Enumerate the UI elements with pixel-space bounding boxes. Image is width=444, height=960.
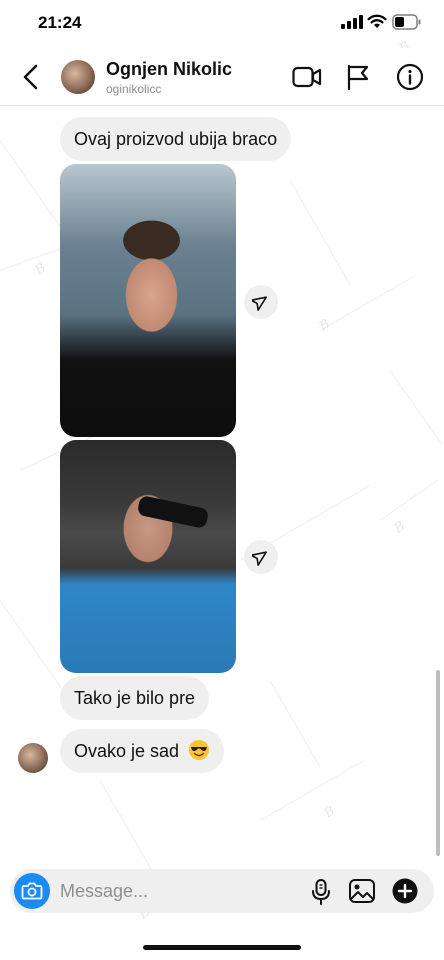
wifi-icon bbox=[367, 14, 387, 28]
avatar[interactable] bbox=[61, 60, 95, 94]
send-arrow-glyph bbox=[252, 296, 267, 311]
message-bubble[interactable]: Tako je bilo pre bbox=[60, 676, 210, 720]
scrollbar[interactable] bbox=[436, 670, 440, 856]
message-bubble[interactable]: Ovaj proizvod ubija braco bbox=[60, 117, 292, 161]
photo-message[interactable] bbox=[60, 164, 236, 437]
send-arrow-glyph bbox=[252, 551, 267, 566]
message-bubble[interactable]: Ovako je sad bbox=[60, 729, 225, 773]
info-icon[interactable] bbox=[396, 63, 424, 91]
smiling-face-with-sunglasses-icon bbox=[189, 740, 210, 760]
chat-header: Ognjen Nikolic oginikolicc bbox=[0, 48, 444, 106]
video-camera-icon[interactable] bbox=[292, 64, 322, 90]
message-text: Tako je bilo pre bbox=[74, 688, 196, 708]
camera-icon[interactable] bbox=[14, 873, 50, 909]
flag-icon[interactable] bbox=[346, 63, 370, 91]
photo-message[interactable] bbox=[60, 440, 236, 673]
send-arrow-icon[interactable] bbox=[244, 285, 278, 319]
contact-name[interactable]: Ognjen Nikolic bbox=[106, 59, 232, 80]
microphone-icon[interactable] bbox=[310, 878, 332, 906]
message-input[interactable] bbox=[60, 869, 300, 913]
chevron-left-icon[interactable] bbox=[18, 62, 46, 92]
signal-icon bbox=[341, 15, 363, 29]
message-composer bbox=[10, 869, 434, 913]
image-icon[interactable] bbox=[348, 878, 376, 904]
message-text: Ovako je sad bbox=[74, 741, 180, 761]
status-time: 21:24 bbox=[38, 13, 82, 32]
status-bar: 21:24 bbox=[0, 0, 444, 48]
battery-icon bbox=[392, 14, 421, 30]
home-indicator[interactable] bbox=[143, 945, 301, 950]
camera-glyph bbox=[21, 882, 43, 900]
contact-username: oginikolicc bbox=[106, 82, 162, 96]
avatar[interactable] bbox=[18, 743, 48, 773]
message-text: Ovaj proizvod ubija braco bbox=[74, 129, 278, 149]
sunglasses-detail bbox=[136, 494, 210, 530]
plus-circle-icon[interactable] bbox=[392, 878, 418, 904]
send-arrow-icon[interactable] bbox=[244, 540, 278, 574]
